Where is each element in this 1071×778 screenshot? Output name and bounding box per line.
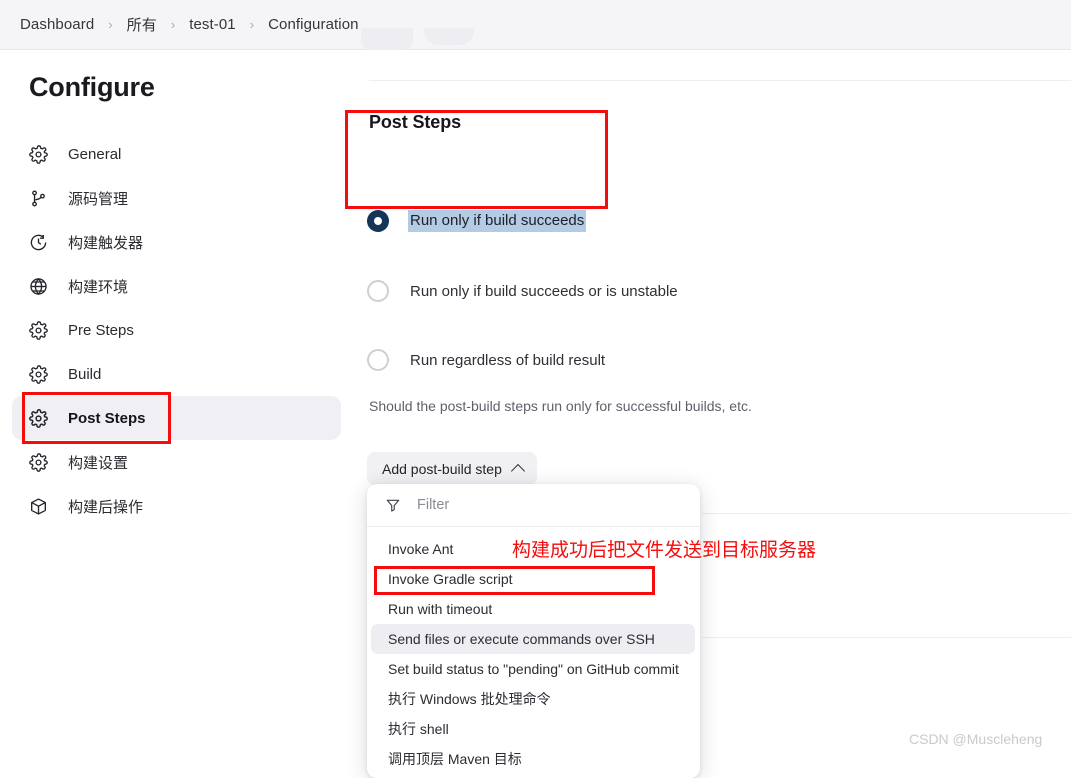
content-divider [702, 637, 1071, 638]
breadcrumb-separator-icon: › [249, 17, 255, 32]
radio-option-run-only-if-build-succeeds-or-unstable[interactable]: Run only if build succeeds or is unstabl… [367, 280, 678, 302]
breadcrumb-item-all[interactable]: 所有 [123, 14, 161, 35]
breadcrumb-separator-icon: › [170, 17, 176, 32]
sidebar-item-label: 源码管理 [68, 190, 129, 208]
sidebar-item-build-environment[interactable]: 构建环境 [12, 264, 341, 308]
background-tab-shape [424, 28, 474, 45]
radio-option-run-regardless-of-build-result[interactable]: Run regardless of build result [367, 349, 605, 371]
radio-button[interactable] [367, 349, 389, 371]
sidebar-item-post-steps[interactable]: Post Steps [12, 396, 341, 440]
add-post-build-step-label: Add post-build step [382, 460, 502, 477]
sidebar-item-label: 构建触发器 [68, 234, 144, 252]
gear-icon [26, 450, 50, 474]
add-post-build-step-button[interactable]: Add post-build step [367, 452, 537, 485]
breadcrumb-item-test-01[interactable]: test-01 [185, 16, 240, 33]
filter-funnel-icon [384, 496, 402, 514]
menu-item-execute-shell[interactable]: 执行 shell [371, 714, 695, 744]
configure-sidebar: Configure General 源码管理 构建触发器 构建环境 Pre St… [0, 50, 345, 757]
dropdown-filter-row[interactable] [367, 484, 700, 527]
menu-item-execute-windows-batch-command[interactable]: 执行 Windows 批处理命令 [371, 684, 695, 714]
radio-label: Run only if build succeeds or is unstabl… [410, 282, 678, 300]
breadcrumb-item-dashboard[interactable]: Dashboard [16, 16, 98, 33]
menu-item-run-with-timeout[interactable]: Run with timeout [371, 594, 695, 624]
content-divider [702, 513, 1071, 514]
gear-icon [26, 406, 50, 430]
menu-item-set-build-status-pending-github[interactable]: Set build status to "pending" on GitHub … [371, 654, 695, 684]
sidebar-item-label: General [68, 145, 122, 163]
sidebar-item-post-build-actions[interactable]: 构建后操作 [12, 484, 341, 528]
sidebar-item-label: Build [68, 365, 102, 383]
branch-icon [26, 186, 50, 210]
menu-item-invoke-top-level-maven-targets[interactable]: 调用顶层 Maven 目标 [371, 744, 695, 774]
page-title: Configure [29, 72, 155, 102]
breadcrumb: Dashboard › 所有 › test-01 › Configuration [16, 14, 363, 35]
sidebar-item-build-triggers[interactable]: 构建触发器 [12, 220, 341, 264]
sidebar-item-build[interactable]: Build [12, 352, 341, 396]
gear-icon [26, 318, 50, 342]
menu-item-invoke-ant[interactable]: Invoke Ant [371, 534, 695, 564]
sidebar-item-label: Post Steps [68, 409, 146, 427]
post-steps-helper-text: Should the post-build steps run only for… [369, 398, 752, 414]
radio-option-run-only-if-build-succeeds[interactable]: Run only if build succeeds [367, 210, 587, 232]
clock-icon [26, 230, 50, 254]
sidebar-item-build-settings[interactable]: 构建设置 [12, 440, 341, 484]
watermark: CSDN @Muscleheng [909, 731, 1043, 747]
sidebar-item-label: Pre Steps [68, 321, 134, 339]
package-icon [26, 494, 50, 518]
sidebar-item-label: 构建设置 [68, 454, 129, 472]
radio-button[interactable] [367, 210, 389, 232]
main-content: Post Steps Run only if build succeeds Ru… [345, 50, 1071, 778]
dropdown-menu-list: Invoke Ant Invoke Gradle script Run with… [367, 534, 700, 774]
post-steps-heading: Post Steps [369, 112, 462, 132]
chevron-up-icon [510, 463, 525, 478]
menu-item-invoke-gradle-script[interactable]: Invoke Gradle script [371, 564, 695, 594]
sidebar-nav: General 源码管理 构建触发器 构建环境 Pre Steps Build … [0, 132, 345, 528]
sidebar-item-source-code-management[interactable]: 源码管理 [12, 176, 341, 220]
gear-icon [26, 362, 50, 386]
sidebar-item-label: 构建环境 [68, 278, 129, 296]
globe-icon [26, 274, 50, 298]
post-build-step-dropdown: Invoke Ant Invoke Gradle script Run with… [367, 484, 700, 778]
gear-icon [26, 142, 50, 166]
sidebar-item-label: 构建后操作 [68, 498, 144, 516]
radio-label: Run only if build succeeds [408, 210, 587, 232]
sidebar-item-pre-steps[interactable]: Pre Steps [12, 308, 341, 352]
breadcrumb-separator-icon: › [108, 17, 113, 32]
breadcrumb-item-configuration[interactable]: Configuration [264, 16, 363, 33]
filter-input[interactable] [415, 496, 669, 514]
background-tab-shape [361, 28, 413, 50]
menu-item-send-files-or-execute-commands-over-ssh[interactable]: Send files or execute commands over SSH [371, 624, 695, 654]
content-divider [369, 80, 1071, 81]
radio-button[interactable] [367, 280, 389, 302]
radio-label: Run regardless of build result [410, 351, 606, 369]
top-breadcrumb-bar: Dashboard › 所有 › test-01 › Configuration [0, 0, 1071, 50]
sidebar-item-general[interactable]: General [12, 132, 341, 176]
